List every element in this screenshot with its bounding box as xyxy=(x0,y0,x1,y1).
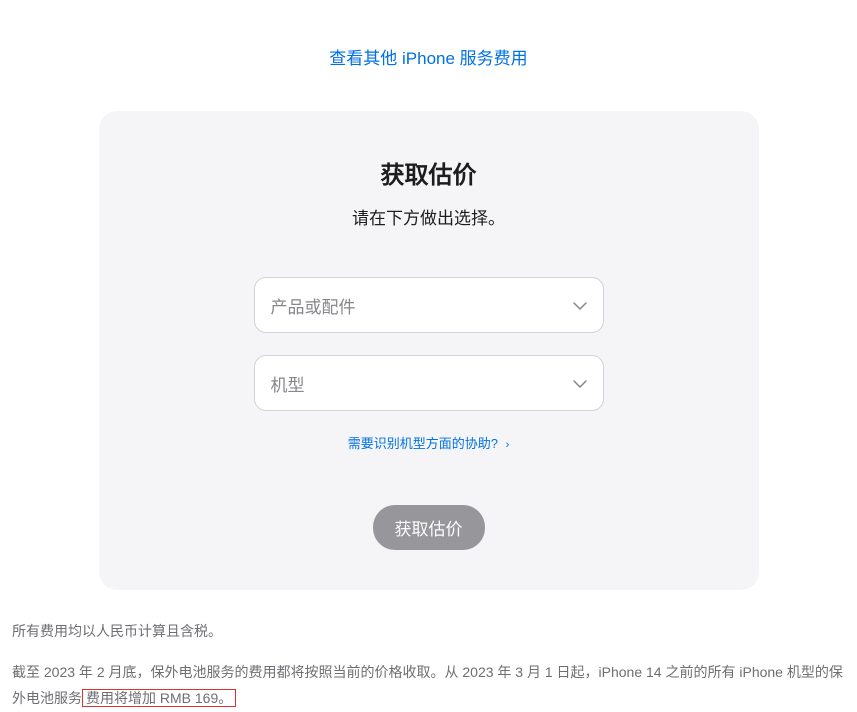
help-link-container: 需要识别机型方面的协助? › xyxy=(139,433,719,453)
product-placeholder: 产品或配件 xyxy=(271,293,356,318)
get-estimate-button[interactable]: 获取估价 xyxy=(373,505,485,550)
chevron-down-icon xyxy=(573,295,587,315)
other-service-fees-link[interactable]: 查看其他 iPhone 服务费用 xyxy=(329,49,527,68)
product-select-wrapper: 产品或配件 xyxy=(254,277,604,333)
chevron-down-icon xyxy=(573,373,587,393)
model-select-wrapper: 机型 xyxy=(254,355,604,411)
product-select[interactable]: 产品或配件 xyxy=(254,277,604,333)
identify-model-help-link[interactable]: 需要识别机型方面的协助? › xyxy=(348,436,510,451)
card-title: 获取估价 xyxy=(139,155,719,190)
footer-note-2: 截至 2023 年 2 月底，保外电池服务的费用都将按照当前的价格收取。从 20… xyxy=(12,659,845,712)
footer-notes: 所有费用均以人民币计算且含税。 截至 2023 年 2 月底，保外电池服务的费用… xyxy=(10,618,847,712)
footer-note-1: 所有费用均以人民币计算且含税。 xyxy=(12,618,845,645)
help-link-text: 需要识别机型方面的协助? xyxy=(348,436,498,451)
price-increase-highlight: 费用将增加 RMB 169。 xyxy=(82,689,236,707)
chevron-right-icon: › xyxy=(506,439,510,451)
model-placeholder: 机型 xyxy=(271,371,305,396)
top-link-container: 查看其他 iPhone 服务费用 xyxy=(10,0,847,97)
card-subtitle: 请在下方做出选择。 xyxy=(139,204,719,229)
model-select[interactable]: 机型 xyxy=(254,355,604,411)
estimate-card: 获取估价 请在下方做出选择。 产品或配件 机型 xyxy=(99,111,759,590)
